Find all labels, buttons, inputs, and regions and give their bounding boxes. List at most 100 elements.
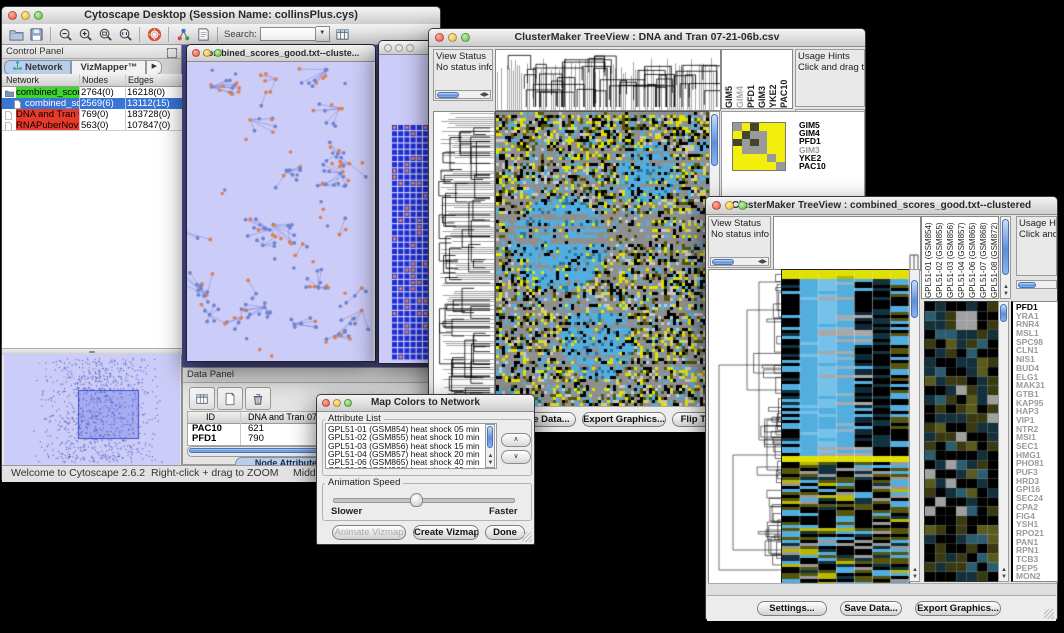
close-button[interactable] — [8, 11, 17, 20]
matrix-cell[interactable] — [767, 162, 776, 170]
tab-overflow-arrow[interactable]: ▶ — [146, 60, 162, 75]
move-down-button[interactable]: ∨ — [501, 450, 531, 464]
matrix-cell[interactable] — [742, 154, 751, 162]
zoom-button[interactable] — [406, 44, 414, 52]
speed-slider-thumb[interactable] — [410, 493, 423, 507]
matrix-cell[interactable] — [759, 146, 768, 154]
matrix-cell[interactable] — [733, 139, 742, 147]
export-graphics-button[interactable]: Export Graphics... — [582, 412, 666, 427]
matrix-cell[interactable] — [733, 162, 742, 170]
matrix-cell[interactable] — [767, 146, 776, 154]
float-panel-icon[interactable] — [167, 48, 177, 58]
column-dendrogram[interactable] — [773, 216, 921, 271]
matrix-cell[interactable] — [733, 154, 742, 162]
selection-zoom-heatmap[interactable] — [924, 301, 999, 582]
matrix-cell[interactable] — [759, 131, 768, 139]
matrix-cell[interactable] — [759, 162, 768, 170]
matrix-cell[interactable] — [759, 123, 768, 131]
vizmapper-icon[interactable] — [174, 26, 192, 43]
minimize-button[interactable] — [725, 201, 734, 210]
zoom-button[interactable] — [738, 201, 747, 210]
matrix-cell[interactable] — [776, 139, 785, 147]
zoom-button[interactable] — [461, 33, 470, 42]
network-row[interactable]: combined_scores_2764(0)16218(0) — [2, 87, 182, 98]
search-dropdown-button[interactable]: ▼ — [316, 26, 330, 42]
matrix-cell[interactable] — [750, 123, 759, 131]
export-graphics-button[interactable]: Export Graphics... — [915, 601, 1001, 616]
row-dendrogram[interactable] — [433, 111, 495, 407]
main-titlebar[interactable]: Cytoscape Desktop (Session Name: collins… — [2, 7, 440, 25]
close-button[interactable] — [435, 33, 444, 42]
move-up-button[interactable]: ∧ — [501, 433, 531, 447]
usage-hints-hscrollbar[interactable] — [1016, 280, 1057, 289]
close-button[interactable] — [384, 44, 392, 52]
tab-network[interactable]: Network — [4, 60, 71, 75]
zoom-button[interactable] — [214, 49, 222, 57]
labels-vscrollbar[interactable]: ▲▼ — [1000, 216, 1011, 299]
matrix-cell[interactable] — [733, 146, 742, 154]
zoom-in-icon[interactable] — [76, 26, 94, 43]
create-vizmap-button[interactable]: Create Vizmap — [413, 525, 479, 540]
row-dendrogram[interactable] — [708, 269, 782, 584]
minimize-button[interactable] — [395, 44, 403, 52]
matrix-cell[interactable] — [750, 162, 759, 170]
close-button[interactable] — [712, 201, 721, 210]
matrix-cell[interactable] — [776, 146, 785, 154]
gene-label[interactable]: MON2 — [1016, 572, 1057, 581]
animate-vizmap-button[interactable]: Animate Vizmap — [332, 525, 406, 540]
heatmap-vscrollbar[interactable]: ▲▼ — [909, 269, 920, 582]
resize-grip[interactable] — [522, 532, 532, 542]
column-header[interactable]: Edges — [128, 74, 154, 86]
zoom-selected-icon[interactable] — [96, 26, 114, 43]
matrix-cell[interactable] — [759, 154, 768, 162]
matrix-cell[interactable] — [750, 131, 759, 139]
help-ring-icon[interactable] — [145, 26, 163, 43]
matrix-cell[interactable] — [742, 123, 751, 131]
done-button[interactable]: Done — [485, 525, 525, 540]
matrix-cell[interactable] — [742, 162, 751, 170]
zoom-button[interactable] — [34, 11, 43, 20]
save-data-button[interactable]: Save Data... — [840, 601, 902, 616]
annotation-icon[interactable] — [194, 26, 212, 43]
matrix-cell[interactable] — [767, 139, 776, 147]
matrix-cell[interactable] — [776, 123, 785, 131]
matrix-cell[interactable] — [750, 146, 759, 154]
speed-slider-track[interactable] — [333, 498, 515, 503]
matrix-cell[interactable] — [750, 139, 759, 147]
birdseye-view[interactable] — [4, 354, 180, 465]
new-doc-icon[interactable] — [217, 387, 243, 410]
view-status-hscrollbar[interactable]: ◀▶ — [435, 90, 491, 99]
network-canvas[interactable] — [187, 62, 373, 361]
minimize-button[interactable] — [203, 49, 211, 57]
correlation-matrix[interactable] — [732, 122, 786, 171]
close-button[interactable] — [322, 399, 330, 407]
matrix-cell[interactable] — [742, 139, 751, 147]
matrix-cell[interactable] — [733, 131, 742, 139]
column-header[interactable]: ID — [206, 412, 215, 422]
treeview2-titlebar[interactable]: ClusterMaker TreeView : combined_scores_… — [706, 197, 1057, 215]
matrix-cell[interactable] — [776, 154, 785, 162]
matrix-cell[interactable] — [776, 162, 785, 170]
network-row[interactable]: combined_sco2569(6)13112(15) — [2, 98, 182, 109]
matrix-cell[interactable] — [767, 154, 776, 162]
attribute-item[interactable]: GPL51-07 (GSM868) heat shock 60 min — [328, 466, 495, 469]
column-dendrogram[interactable] — [495, 49, 721, 111]
matrix-cell[interactable] — [742, 131, 751, 139]
zoom-vscrollbar[interactable]: ▲▼ — [998, 301, 1009, 582]
attribute-browser-icon[interactable] — [189, 387, 215, 410]
matrix-cell[interactable] — [767, 131, 776, 139]
tab-vizmapper[interactable]: VizMapper™ — [71, 60, 146, 75]
zoom-fit-icon[interactable] — [116, 26, 134, 43]
column-header[interactable]: Network — [6, 74, 39, 86]
settings-button[interactable]: Settings... — [757, 601, 827, 616]
matrix-cell[interactable] — [776, 131, 785, 139]
network-row[interactable]: DNA and Tran 07769(0)183728(0) — [2, 109, 182, 120]
expression-heatmap[interactable] — [781, 269, 910, 584]
matrix-cell[interactable] — [750, 154, 759, 162]
save-icon[interactable] — [27, 26, 45, 43]
column-header[interactable]: Nodes — [82, 74, 108, 86]
minimize-button[interactable] — [448, 33, 457, 42]
search-input[interactable] — [260, 27, 316, 41]
zoom-out-icon[interactable] — [56, 26, 74, 43]
trash-icon[interactable] — [245, 387, 271, 410]
